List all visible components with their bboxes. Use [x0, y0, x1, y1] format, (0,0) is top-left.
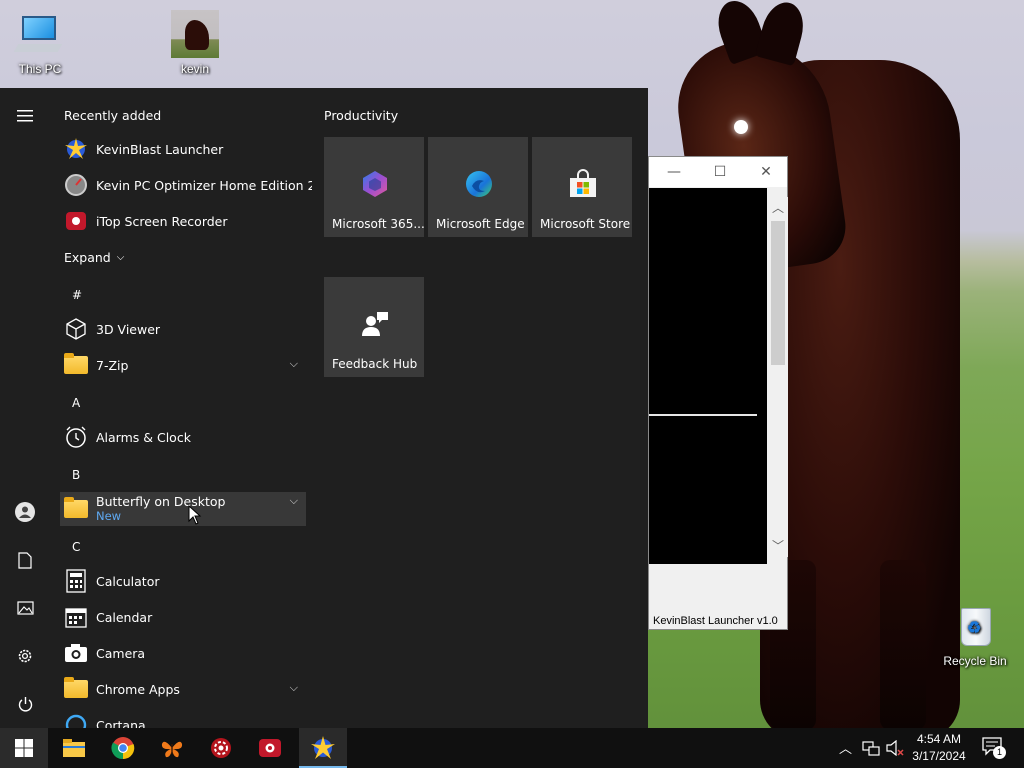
store-icon — [568, 169, 598, 199]
launcher-status-text: KevinBlast Launcher v1.0 — [653, 615, 778, 627]
camera-icon — [64, 641, 88, 665]
taskbar-chrome[interactable] — [99, 728, 147, 768]
tile-microsoft-store[interactable]: Microsoft Store — [532, 137, 632, 237]
app-item-kevinblast-launcher[interactable]: KevinBlast Launcher — [60, 132, 306, 166]
this-pc-icon — [13, 10, 64, 58]
maximize-button[interactable]: ☐ — [697, 157, 743, 187]
chrome-icon — [111, 737, 135, 760]
pictures-icon[interactable] — [0, 586, 50, 630]
letter-header-b[interactable]: B — [72, 468, 80, 482]
screen-recorder-icon — [64, 209, 88, 233]
folder-icon — [64, 353, 88, 377]
expand-button[interactable]: Expand ⌵ — [60, 240, 140, 274]
chevron-down-icon[interactable]: ⌵ — [290, 681, 298, 695]
alarm-clock-icon — [64, 425, 88, 449]
recycle-bin-icon: ♻ — [951, 602, 999, 650]
kevinblast-launcher-window[interactable]: — ☐ ✕ ︿ ﹀ KevinBlast Launcher v1.0 — [648, 156, 788, 630]
tile-microsoft-edge[interactable]: Microsoft Edge — [428, 137, 528, 237]
app-item-7-zip[interactable]: 7-Zip ⌵ — [60, 348, 306, 382]
power-icon[interactable] — [0, 682, 50, 726]
chevron-down-icon[interactable]: ⌵ — [290, 357, 298, 371]
butterfly-icon — [161, 741, 183, 758]
app-item-kevin-pc-optimizer[interactable]: Kevin PC Optimizer Home Edition 2009 — [60, 168, 312, 202]
kevinblast-icon — [311, 736, 335, 759]
app-item-camera[interactable]: Camera — [60, 636, 306, 670]
tile-feedback-hub[interactable]: Feedback Hub — [324, 277, 424, 377]
start-menu: Recently added KevinBlast Launcher Kevin… — [0, 88, 648, 728]
taskbar-butterfly[interactable] — [148, 728, 196, 768]
calculator-icon — [64, 569, 88, 593]
screen-recorder-icon — [259, 739, 281, 757]
windows-logo-icon — [15, 739, 33, 757]
clock-date: 3/17/2024 — [912, 749, 966, 763]
microsoft-365-icon — [360, 169, 390, 199]
folder-icon — [64, 497, 88, 521]
desktop-icon-kevin[interactable]: kevin — [155, 10, 235, 76]
taskbar-screen-recorder[interactable] — [246, 728, 294, 768]
app-item-itop-screen-recorder[interactable]: iTop Screen Recorder — [60, 204, 306, 238]
edge-icon — [464, 169, 494, 199]
letter-header-hash[interactable]: # — [72, 288, 82, 302]
kevin-image-icon — [171, 10, 219, 58]
desktop-icon-label: kevin — [180, 62, 209, 76]
tiles-group-heading[interactable]: Productivity — [324, 108, 398, 123]
taskbar: ︿ 4:54 AM 3/17/2024 1 — [0, 728, 1024, 768]
desktop-icon-this-pc[interactable]: This PC — [0, 10, 80, 76]
scrollbar-thumb[interactable] — [771, 221, 785, 365]
mouse-cursor-icon — [188, 505, 202, 525]
taskbar-optimizer[interactable] — [197, 728, 245, 768]
desktop-icon-recycle-bin[interactable]: ♻ Recycle Bin — [935, 602, 1015, 668]
app-item-cortana[interactable]: Cortana — [60, 708, 306, 728]
cortana-icon — [64, 713, 88, 728]
folder-icon — [64, 677, 88, 701]
optimizer-gear-icon — [211, 738, 231, 758]
clock-time: 4:54 AM — [916, 732, 962, 746]
app-item-butterfly-on-desktop[interactable]: Butterfly on Desktop New ⌵ — [60, 492, 306, 526]
app-item-calculator[interactable]: Calculator — [60, 564, 306, 598]
start-rail — [0, 88, 50, 728]
taskbar-file-explorer[interactable] — [50, 728, 98, 768]
scroll-up-icon[interactable]: ︿ — [768, 199, 788, 216]
action-center-icon[interactable]: 1 — [982, 737, 1006, 761]
scroll-down-icon[interactable]: ﹀ — [768, 537, 788, 554]
letter-header-c[interactable]: C — [72, 540, 80, 554]
app-item-alarms-clock[interactable]: Alarms & Clock — [60, 420, 306, 454]
chevron-down-icon: ⌵ — [116, 251, 125, 263]
minimize-button[interactable]: — — [651, 157, 697, 187]
file-explorer-icon — [63, 739, 85, 757]
letter-header-a[interactable]: A — [72, 396, 80, 410]
new-badge: New — [96, 509, 122, 523]
window-titlebar[interactable]: — ☐ ✕ — [649, 157, 787, 187]
feedback-hub-icon — [360, 309, 390, 339]
app-item-chrome-apps[interactable]: Chrome Apps ⌵ — [60, 672, 306, 706]
desktop-icon-label: This PC — [18, 62, 62, 76]
start-button[interactable] — [0, 728, 48, 768]
notification-count-badge: 1 — [993, 746, 1006, 759]
documents-icon[interactable] — [0, 538, 50, 582]
launcher-canvas[interactable] — [649, 188, 767, 564]
hamburger-menu-icon[interactable] — [0, 94, 50, 138]
taskbar-clock[interactable]: 4:54 AM 3/17/2024 — [904, 731, 974, 765]
network-icon[interactable] — [862, 740, 880, 760]
recently-added-heading: Recently added — [64, 108, 162, 123]
tile-microsoft-365[interactable]: Microsoft 365... — [324, 137, 425, 237]
start-tiles-area: Productivity Microsoft 365... Microsoft … — [316, 88, 648, 728]
settings-gear-icon[interactable] — [0, 634, 50, 678]
user-account-icon[interactable] — [0, 490, 50, 534]
show-hidden-icons-chevron-icon[interactable]: ︿ — [839, 738, 852, 757]
canvas-line — [649, 414, 757, 416]
app-item-calendar[interactable]: Calendar — [60, 600, 306, 634]
app-item-3d-viewer[interactable]: 3D Viewer — [60, 312, 306, 346]
taskbar-kevinblast-launcher[interactable] — [299, 728, 347, 768]
close-button[interactable]: ✕ — [743, 157, 789, 187]
optimizer-icon — [64, 173, 88, 197]
vertical-scrollbar[interactable]: ︿ ﹀ — [768, 197, 788, 557]
kevinblast-icon — [64, 137, 88, 161]
volume-muted-icon[interactable] — [886, 739, 904, 760]
start-app-list: Recently added KevinBlast Launcher Kevin… — [56, 88, 312, 728]
desktop-icon-label: Recycle Bin — [943, 654, 1007, 668]
calendar-icon — [64, 605, 88, 629]
cube-icon — [64, 317, 88, 341]
chevron-down-icon[interactable]: ⌵ — [290, 494, 298, 508]
